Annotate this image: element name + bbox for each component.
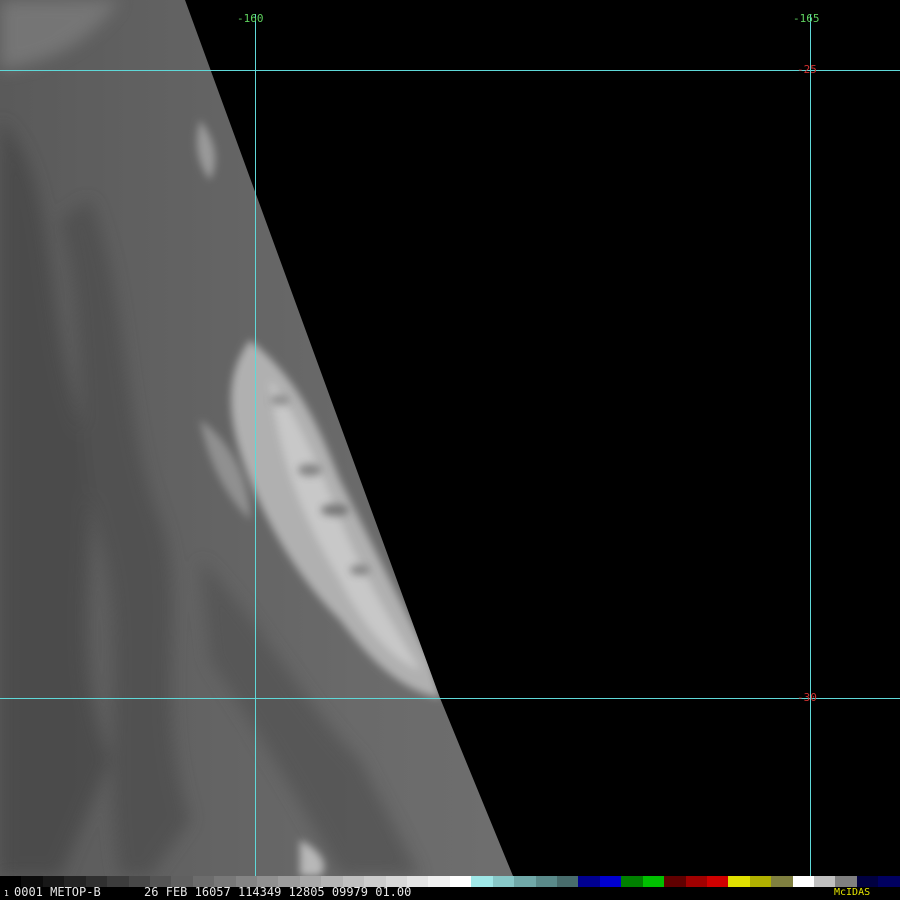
color-scale-segment [835,876,857,887]
color-scale-segment [728,876,750,887]
color-scale-segment [792,876,815,887]
color-scale-segment [706,876,729,887]
color-scale-segment [771,876,793,887]
color-scale-segment [556,876,579,887]
color-scale-segment [599,876,622,887]
latitude-label: -30 [797,691,817,704]
color-scale-segment [578,876,600,887]
mcidas-logo-text: McIDAS [834,887,871,898]
satellite-image-frame: -160 -165 -25 -30 1 0001 METOP-B 26 FEB … [0,0,900,900]
color-scale-segment [492,876,515,887]
color-scale-segment [471,876,493,887]
frame-number: 1 [4,889,9,898]
color-scale-segment [428,876,450,887]
latitude-label: -25 [797,63,817,76]
color-scale-segment [535,876,557,887]
color-scale-segment [621,876,643,887]
infrared-satellite-imagery [0,0,900,876]
color-scale-segment [642,876,665,887]
swath-data [0,0,513,876]
color-scale-segment [878,876,900,887]
color-scale-segment [856,876,879,887]
longitude-label: -165 [793,12,820,25]
longitude-label: -160 [237,12,264,25]
image-caption: 0001 METOP-B 26 FEB 16057 114349 12805 0… [14,885,412,899]
color-scale-segment [749,876,772,887]
color-scale-segment [664,876,686,887]
color-scale-segment [514,876,536,887]
color-scale-segment [814,876,836,887]
color-scale-segment [685,876,707,887]
color-scale-segment [449,876,472,887]
